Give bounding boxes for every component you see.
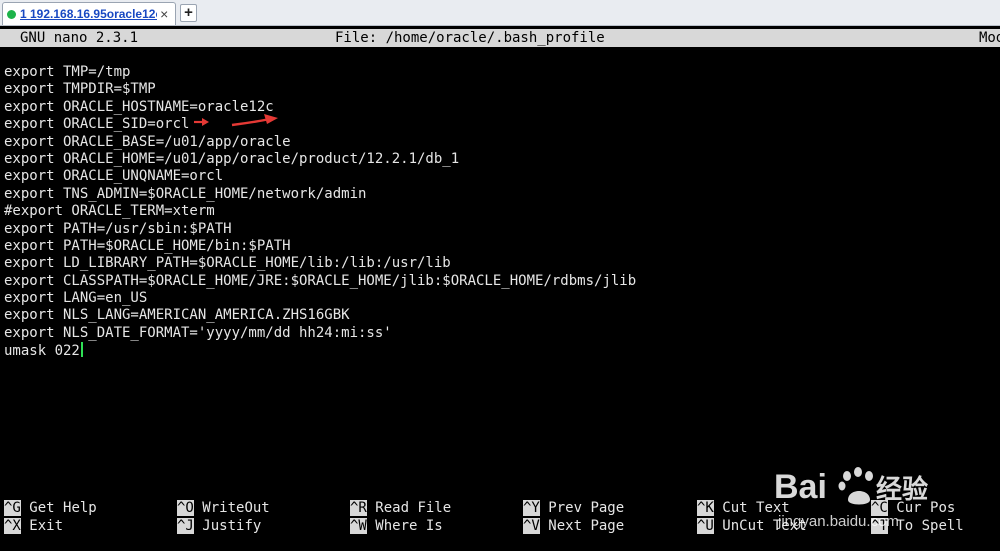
editor-line: export NLS_DATE_FORMAT='yyyy/mm/dd hh24:… — [4, 324, 392, 341]
editor-line: export TMP=/tmp — [4, 64, 131, 80]
editor-line: export NLS_LANG=AMERICAN_AMERICA.ZHS16GB… — [4, 307, 350, 324]
editor-line: export TMPDIR=$TMP — [4, 81, 156, 98]
editor-buffer[interactable]: export TMP=/tmp export TMPDIR=$TMP expor… — [4, 64, 636, 360]
nano-version: GNU nano 2.3.1 — [20, 30, 139, 46]
session-tab-label[interactable]: 1 192.168.16.95oracle12c — [20, 7, 157, 21]
shortcut-to-spell[interactable]: ^T To Spell — [871, 517, 964, 535]
status-dot-icon — [7, 9, 16, 19]
tab-bar: 1 192.168.16.95oracle12c × + — [0, 0, 1000, 26]
shortcut-exit[interactable]: ^X Exit — [4, 517, 63, 535]
text-cursor — [80, 342, 83, 358]
shortcut-prev-page[interactable]: ^Y Prev Page — [523, 499, 624, 517]
editor-line-text: umask 022 — [4, 343, 80, 360]
nano-title-bar: GNU nano 2.3.1 File: /home/oracle/.bash_… — [0, 29, 1000, 47]
editor-line: export LANG=en_US — [4, 290, 148, 307]
shortcut-where-is[interactable]: ^W Where Is — [350, 517, 443, 535]
editor-line: export PATH=/usr/sbin:$PATH — [4, 220, 232, 237]
editor-line-last: umask 022 — [4, 342, 636, 359]
shortcut-get-help[interactable]: ^G Get Help — [4, 499, 97, 517]
shortcut-cur-pos[interactable]: ^C Cur Pos — [871, 499, 955, 517]
editor-line: export ORACLE_HOME=/u01/app/oracle/produ… — [4, 150, 460, 167]
editor-line: export PATH=$ORACLE_HOME/bin:$PATH — [4, 237, 291, 254]
nano-modified-flag: Mod — [979, 30, 1000, 46]
plus-icon[interactable]: + — [180, 4, 197, 22]
shortcut-writeout[interactable]: ^O WriteOut — [177, 499, 270, 517]
shortcut-read-file[interactable]: ^R Read File — [350, 499, 451, 517]
terminal[interactable]: GNU nano 2.3.1 File: /home/oracle/.bash_… — [0, 26, 1000, 551]
shortcut-justify[interactable]: ^J Justify — [177, 517, 261, 535]
session-tab[interactable]: 1 192.168.16.95oracle12c × — [2, 2, 176, 25]
editor-line: export LD_LIBRARY_PATH=$ORACLE_HOME/lib:… — [4, 255, 451, 272]
shortcut-next-page[interactable]: ^V Next Page — [523, 517, 624, 535]
editor-line: export CLASSPATH=$ORACLE_HOME/JRE:$ORACL… — [4, 272, 637, 289]
editor-line: export TNS_ADMIN=$ORACLE_HOME/network/ad… — [4, 185, 367, 202]
nano-shortcut-bar: ^G Get Help ^O WriteOut ^R Read File ^Y … — [0, 499, 1000, 539]
shortcut-uncut-text[interactable]: ^U UnCut Text — [697, 517, 807, 535]
editor-line: export ORACLE_HOSTNAME=oracle12c — [4, 98, 274, 115]
nano-file-name: File: /home/oracle/.bash_profile — [335, 30, 605, 46]
editor-line: export ORACLE_BASE=/u01/app/oracle — [4, 133, 291, 150]
shortcut-cut-text[interactable]: ^K Cut Text — [697, 499, 790, 517]
editor-line: export ORACLE_SID=orcl — [4, 116, 190, 133]
close-icon[interactable]: × — [157, 7, 171, 21]
red-arrow-icon — [194, 114, 278, 127]
editor-line: #export ORACLE_TERM=xterm — [4, 203, 215, 220]
editor-line: export ORACLE_UNQNAME=orcl — [4, 168, 224, 185]
